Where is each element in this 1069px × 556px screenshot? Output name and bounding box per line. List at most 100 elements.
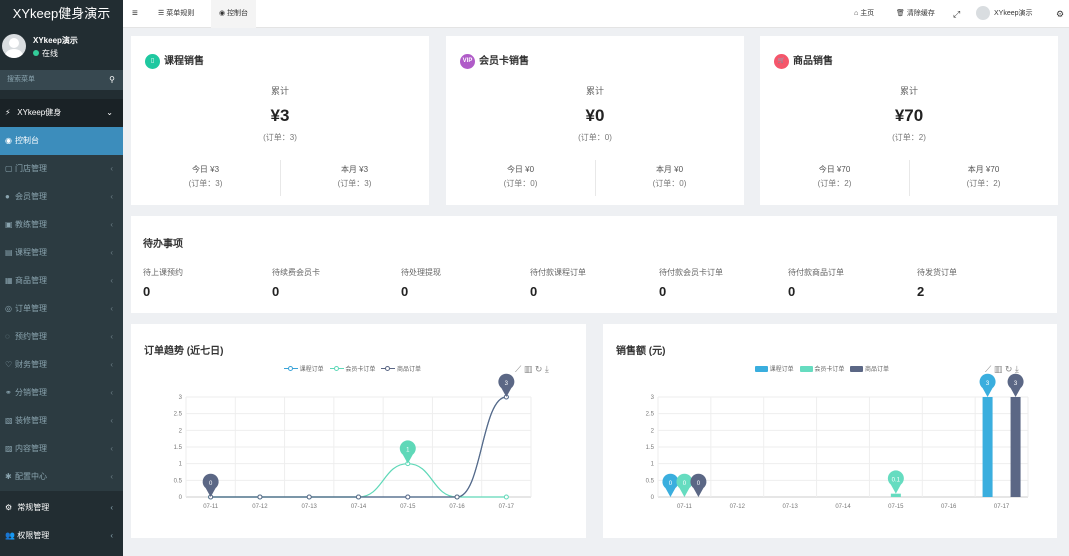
- sidebar-item-member[interactable]: ● 会员管理 ‹: [0, 183, 123, 211]
- search-placeholder: 搜索菜单: [7, 76, 35, 83]
- clear-cache-button[interactable]: 🗑 清除缓存: [896, 0, 935, 28]
- course-icon: ▤: [5, 248, 13, 257]
- sidebar-item-label: 控制台: [15, 136, 39, 145]
- y-tick-label: 2: [651, 428, 655, 434]
- tab-dashboard[interactable]: ◉ 控制台: [211, 0, 257, 28]
- month-orders: (订单：3): [337, 179, 372, 188]
- fullscreen-icon[interactable]: ⤢: [953, 0, 960, 28]
- chevron-left-icon: ‹: [110, 472, 113, 481]
- user-status-text: 在线: [42, 49, 58, 58]
- y-tick-label: 1: [651, 462, 655, 468]
- config-icon: ✱: [5, 472, 12, 481]
- sidebar-item-label: 教练管理: [15, 220, 47, 229]
- total-amount: ¥70: [894, 106, 924, 125]
- todo-item[interactable]: 待付款商品订单 0: [788, 267, 844, 299]
- todo-item[interactable]: 待付款课程订单 0: [530, 267, 586, 299]
- trash-icon: 🗑: [896, 10, 907, 17]
- chevron-left-icon: ‹: [110, 304, 113, 313]
- user-menu[interactable]: XYkeep演示: [976, 0, 1033, 28]
- sidebar-item-dashboard[interactable]: ◉ 控制台: [0, 127, 123, 155]
- sales-card: VIP 会员卡销售 累计 ¥0 (订单：0) 今日 ¥0 (订单：0) 本月 ¥0 (订单：0): [446, 36, 744, 205]
- month-amount: 本月 ¥70: [967, 165, 1000, 174]
- gears-icon[interactable]: ⚙: [1056, 0, 1064, 28]
- chevron-left-icon: ‹: [110, 531, 113, 540]
- today-amount: 今日 ¥0: [506, 165, 535, 174]
- sidebar-item-general[interactable]: ⚙ 常规管理 ‹: [0, 494, 123, 522]
- todo-value: 0: [659, 284, 667, 299]
- month-stat: 本月 ¥3 (订单：3): [280, 164, 429, 189]
- sidebar-item-decor[interactable]: ▧ 装修管理 ‹: [0, 407, 123, 435]
- order-trend-panel: 订单趋势 (近七日) 课程订单 会员卡订单 商品订单 ⟋ ▥ ↻ ⤓ 0 0.5 1…: [131, 324, 586, 538]
- sidebar-item-label: 门店管理: [15, 164, 47, 173]
- bar: [982, 397, 993, 497]
- todo-item[interactable]: 待续费会员卡 0: [272, 267, 320, 299]
- today-stat: 今日 ¥70 (订单：2): [760, 164, 909, 189]
- y-tick-label: 1.5: [646, 445, 655, 451]
- total-label: 累计: [585, 86, 604, 96]
- y-tick-label: 0.5: [646, 478, 655, 484]
- menu-toggle-icon[interactable]: ≡: [132, 0, 138, 28]
- sales-category-icon: VIP: [460, 53, 475, 69]
- clear-cache-label: 清除缓存: [906, 10, 935, 17]
- y-tick-label: 1.5: [174, 445, 183, 451]
- bar: [890, 493, 901, 497]
- x-tick-label: 07-15: [888, 504, 904, 510]
- home-link[interactable]: ⌂ 主页: [854, 0, 874, 28]
- sales-card-title: ▯ 课程销售: [145, 52, 204, 69]
- sidebar-item-label: 会员管理: [15, 192, 47, 201]
- sidebar-item-store[interactable]: ▢ 门店管理 ‹: [0, 155, 123, 183]
- todo-item[interactable]: 待处理提现 0: [401, 267, 441, 299]
- sidebar-item-booking[interactable]: ◌ 预约管理 ‹: [0, 323, 123, 351]
- decor-icon: ▧: [5, 416, 13, 425]
- sidebar-item-permission[interactable]: 👥 权限管理 ‹: [0, 522, 123, 550]
- sidebar-item-goods[interactable]: ▦ 商品管理 ‹: [0, 267, 123, 295]
- tab-label: 控制台: [227, 10, 249, 17]
- y-tick-label: 2: [179, 428, 183, 434]
- sidebar-item-label: 配置中心: [15, 472, 47, 481]
- data-marker-pin: 0: [676, 473, 693, 497]
- todo-label: 待付款商品订单: [788, 268, 844, 277]
- data-marker-pin: 0: [662, 473, 679, 497]
- month-amount: 本月 ¥3: [340, 165, 369, 174]
- sidebar-item-order[interactable]: ◎ 订单管理 ‹: [0, 295, 123, 323]
- todo-title: 待办事项: [143, 239, 183, 250]
- series-point: [356, 494, 361, 500]
- chevron-left-icon: ‹: [110, 444, 113, 453]
- todo-value: 0: [143, 284, 151, 299]
- data-marker-pin: 1: [399, 440, 416, 464]
- x-tick-label: 07-16: [941, 504, 957, 510]
- sales-amount-chart: 0 0.5 1 1.5 2 2.5 3 07-11 07-12 07-13 07-14 07-15 07…: [646, 373, 1029, 510]
- todo-item[interactable]: 待付款会员卡订单 0: [659, 267, 723, 299]
- sidebar-item-content[interactable]: ▨ 内容管理 ‹: [0, 435, 123, 463]
- sidebar-item-config[interactable]: ✱ 配置中心 ‹: [0, 463, 123, 491]
- sidebar-item-distribution[interactable]: ⚭ 分销管理 ‹: [0, 379, 123, 407]
- search-input[interactable]: 搜索菜单 ⚲: [0, 70, 123, 90]
- sales-card-title: VIP 会员卡销售: [460, 52, 529, 69]
- sales-amount-panel: 销售额 (元) 课程订单 会员卡订单 商品订单 ⟋ ▥ ↻ ⤓ 0 0.5 1 1.5…: [603, 324, 1057, 538]
- sidebar-item-course[interactable]: ▤ 课程管理 ‹: [0, 239, 123, 267]
- sidebar-item-label: 商品管理: [15, 276, 47, 285]
- y-tick-label: 2.5: [174, 412, 183, 418]
- todo-item[interactable]: 待上课预约 0: [143, 267, 183, 299]
- sidebar-nav: ⚡ XYkeep健身 ⌄ ◉ 控制台 ▢ 门店管理 ‹ ● 会员管理 ‹ ▣ 教练管理 ‹ ▤ 课程管理…: [0, 99, 123, 491]
- brand-title[interactable]: XYkeep健身演示: [0, 0, 123, 28]
- chevron-left-icon: ‹: [110, 360, 113, 369]
- todo-value: 0: [272, 284, 280, 299]
- sidebar-group-xykeep[interactable]: ⚡ XYkeep健身 ⌄: [0, 99, 123, 127]
- search-icon[interactable]: ⚲: [109, 70, 115, 90]
- sales-card: ▯ 课程销售 累计 ¥3 (订单：3) 今日 ¥3 (订单：3) 本月 ¥3 (订单：3): [131, 36, 429, 205]
- user-panel: XYkeep演示 在线: [0, 28, 123, 68]
- booking-icon: ◌: [5, 332, 10, 341]
- sidebar-item-label: 分销管理: [15, 388, 47, 397]
- home-label: 主页: [860, 10, 875, 17]
- todo-label: 待处理提现: [401, 268, 441, 277]
- sidebar-group-label: XYkeep健身: [17, 108, 62, 117]
- sidebar-item-finance[interactable]: ♡ 财务管理 ‹: [0, 351, 123, 379]
- todo-item[interactable]: 待发货订单 2: [917, 267, 957, 299]
- sales-card-title-text: 课程销售: [164, 56, 204, 67]
- total-orders: (订单：2): [892, 133, 926, 142]
- y-tick-label: 0: [179, 495, 183, 501]
- sidebar-item-coach[interactable]: ▣ 教练管理 ‹: [0, 211, 123, 239]
- chevron-left-icon: ‹: [110, 164, 113, 173]
- tab-menu-rules[interactable]: ☰ 菜单规则: [150, 0, 202, 28]
